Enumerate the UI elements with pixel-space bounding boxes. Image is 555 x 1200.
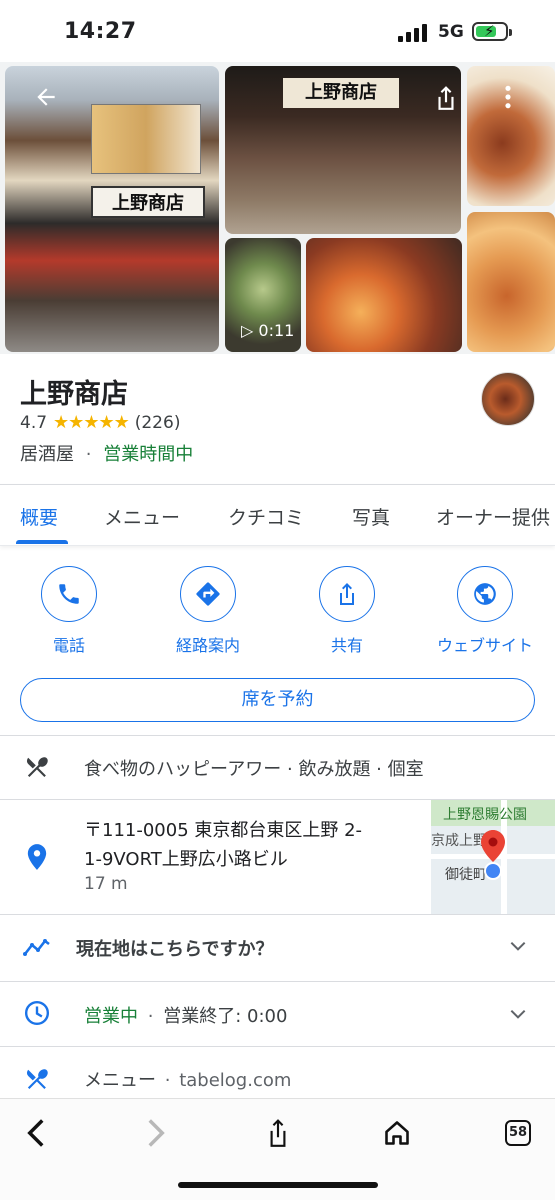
directions-icon xyxy=(180,566,236,622)
food-photo[interactable] xyxy=(306,238,462,352)
directions-button[interactable]: 経路案内 xyxy=(148,566,268,656)
distance-text: 17 m xyxy=(84,874,128,894)
category-row: 居酒屋 · 営業時間中 xyxy=(20,440,193,466)
star-rating-icon: ★★★★★ xyxy=(53,412,130,433)
tab-photos[interactable]: 写真 xyxy=(352,503,390,530)
divider xyxy=(0,914,555,915)
call-label: 電話 xyxy=(52,636,85,655)
tab-overview[interactable]: 概要 xyxy=(20,503,58,530)
share-button[interactable]: 共有 xyxy=(287,566,407,656)
restaurant-menu-icon xyxy=(22,1064,52,1094)
restaurant-icon xyxy=(22,752,52,782)
map-label-park: 上野恩賜公園 xyxy=(443,807,527,823)
map-thumbnail[interactable]: 上野恩賜公園 京成上野 御徒町 xyxy=(431,800,555,914)
place-category: 居酒屋 xyxy=(20,444,74,465)
separator: · xyxy=(147,1006,154,1027)
menu-source: tabelog.com xyxy=(179,1070,292,1091)
map-label-station: 京成上野 xyxy=(431,833,487,849)
divider xyxy=(0,981,555,982)
share-label: 共有 xyxy=(330,636,363,655)
food-photo-chicken[interactable] xyxy=(467,212,555,352)
tab-menu[interactable]: メニュー xyxy=(104,503,180,530)
browser-share-icon[interactable] xyxy=(258,1113,298,1153)
video-duration: 0:11 xyxy=(258,321,295,340)
directions-label: 経路案内 xyxy=(175,636,240,655)
separator: · xyxy=(85,444,92,465)
more-vert-icon[interactable] xyxy=(500,84,516,117)
location-prompt[interactable]: 現在地はこちらですか？ xyxy=(76,935,273,961)
menu-label: メニュー xyxy=(84,1070,156,1091)
open-status: 営業時間中 xyxy=(103,444,194,465)
rating-row[interactable]: 4.7 ★★★★★ (226) xyxy=(20,412,180,433)
separator: · xyxy=(164,1070,171,1091)
entrance-photo[interactable]: 上野商店 xyxy=(225,66,461,234)
status-bar: 14:27 5G ⚡ xyxy=(0,0,555,62)
place-title: 上野商店 xyxy=(20,379,128,410)
address-text[interactable]: 〒111-0005 東京都台東区上野 2- 1-9VORT上野広小路ビル xyxy=(84,816,362,874)
menu-link[interactable]: メニュー · tabelog.com xyxy=(84,1066,291,1092)
chevron-down-icon[interactable] xyxy=(508,936,528,956)
battery-icon: ⚡ xyxy=(472,22,512,41)
address-line-2: 1-9VORT上野広小路ビル xyxy=(84,849,288,870)
globe-icon xyxy=(457,566,513,622)
rating-value: 4.7 xyxy=(20,412,48,433)
storefront-sign: 上野商店 xyxy=(91,186,205,218)
back-arrow-icon[interactable] xyxy=(33,84,59,117)
address-line-1: 〒111-0005 東京都台東区上野 2- xyxy=(84,820,363,841)
chevron-down-icon[interactable] xyxy=(508,1004,528,1024)
tab-owner[interactable]: オーナー提供 xyxy=(436,503,550,530)
call-button[interactable]: 電話 xyxy=(9,566,129,656)
share-icon xyxy=(319,566,375,622)
divider xyxy=(0,1046,555,1047)
amenities-text: 食べ物のハッピーアワー · 飲み放題 · 個室 xyxy=(84,759,424,780)
place-avatar[interactable] xyxy=(481,372,535,426)
video-thumbnail[interactable]: ▷ 0:11 xyxy=(225,238,301,352)
tab-bar: 概要 メニュー クチコミ 写真 オーナー提供 xyxy=(0,484,555,546)
browser-back-icon[interactable] xyxy=(16,1113,56,1153)
photo-gallery[interactable]: 上野商店 上野商店 ▷ 0:11 xyxy=(0,62,555,354)
location-pin-icon xyxy=(22,842,52,872)
browser-home-icon[interactable] xyxy=(377,1113,417,1153)
browser-tabs-button[interactable]: 58 xyxy=(498,1113,538,1153)
current-location-icon xyxy=(484,862,502,880)
phone-icon xyxy=(41,566,97,622)
status-time: 14:27 xyxy=(64,19,137,44)
trending-icon xyxy=(22,932,52,962)
divider xyxy=(0,735,555,736)
map-pin-icon xyxy=(481,830,505,866)
website-button[interactable]: ウェブサイト xyxy=(425,566,545,656)
entrance-sign: 上野商店 xyxy=(283,78,399,108)
clock-icon xyxy=(22,998,52,1028)
share-icon[interactable] xyxy=(433,84,459,119)
website-label: ウェブサイト xyxy=(436,636,533,655)
hours-row[interactable]: 営業中 · 営業終了: 0:00 xyxy=(84,1002,287,1028)
home-indicator[interactable] xyxy=(178,1182,378,1188)
reserve-table-button[interactable]: 席を予約 xyxy=(20,678,535,722)
hours-close: 営業終了: 0:00 xyxy=(163,1006,288,1027)
active-tab-indicator xyxy=(16,540,68,544)
signal-icon xyxy=(398,24,427,42)
hours-status: 営業中 xyxy=(84,1006,138,1027)
browser-forward-icon[interactable] xyxy=(136,1113,176,1153)
network-type: 5G xyxy=(438,22,464,42)
map-label-area: 御徒町 xyxy=(445,867,487,883)
tab-reviews[interactable]: クチコミ xyxy=(228,503,304,530)
review-count: (226) xyxy=(134,412,181,433)
tab-count: 58 xyxy=(505,1120,531,1146)
